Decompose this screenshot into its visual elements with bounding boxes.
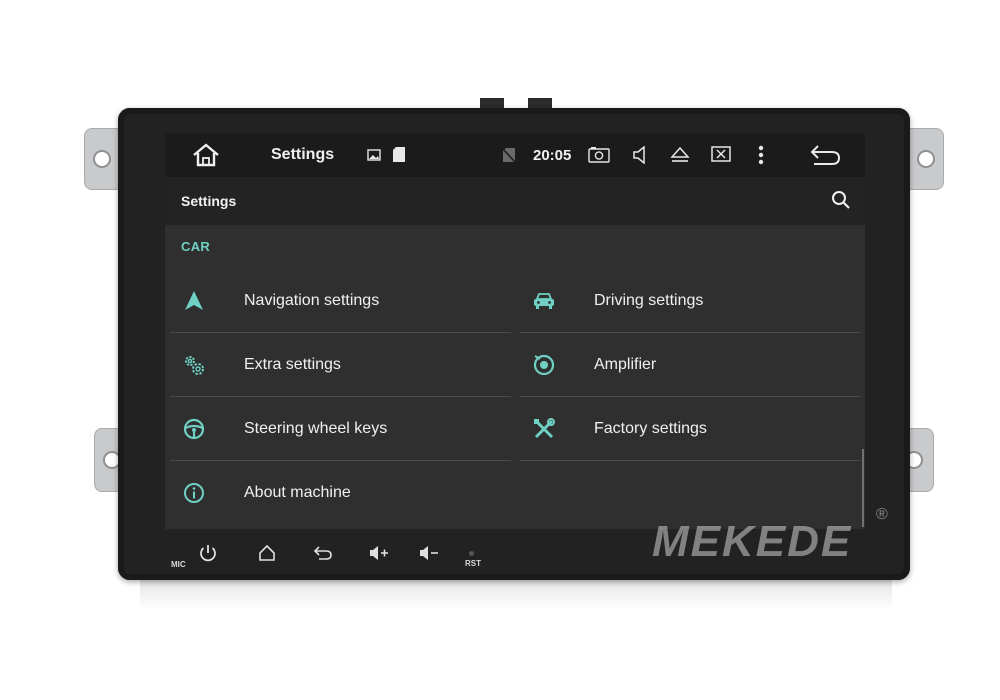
- volume-down-icon: [420, 546, 438, 560]
- volume-icon[interactable]: [632, 146, 648, 164]
- eject-icon[interactable]: [670, 146, 690, 164]
- rst-label: RST: [465, 559, 481, 568]
- item-label: Factory settings: [594, 420, 707, 437]
- list-item-steering-wheel-keys[interactable]: Steering wheel keys: [170, 398, 510, 460]
- touch-screen: Settings 20:05 Settings CAR Navigation s…: [165, 133, 865, 529]
- navigation-arrow-icon: [185, 291, 203, 310]
- divider: [170, 332, 511, 333]
- volume-up-icon: [370, 546, 388, 560]
- list-item-about-machine[interactable]: About machine: [170, 462, 510, 524]
- mic-label: MIC: [171, 560, 186, 569]
- back-icon: [313, 546, 332, 560]
- tools-icon: [534, 418, 555, 439]
- close-window-icon[interactable]: [711, 146, 731, 164]
- sd-card-icon: [393, 147, 405, 162]
- list-item-driving-settings[interactable]: Driving settings: [520, 270, 860, 332]
- list-item-navigation-settings[interactable]: Navigation settings: [170, 270, 510, 332]
- volume-down-button[interactable]: [416, 542, 442, 564]
- section-header-car: CAR: [181, 239, 211, 254]
- volume-up-button[interactable]: [366, 542, 392, 564]
- no-sim-icon: [503, 148, 515, 162]
- search-icon[interactable]: [831, 190, 851, 210]
- camera-icon[interactable]: [588, 147, 610, 163]
- image-icon: [367, 149, 381, 161]
- divider: [520, 396, 861, 397]
- item-label: About machine: [244, 484, 351, 501]
- item-label: Steering wheel keys: [244, 420, 388, 437]
- registered-mark: ®: [876, 506, 888, 523]
- item-label: Extra settings: [244, 356, 341, 373]
- item-label: Amplifier: [594, 356, 657, 373]
- divider: [170, 460, 511, 461]
- divider: [170, 396, 511, 397]
- item-label: Navigation settings: [244, 292, 380, 309]
- clock: 20:05: [533, 147, 572, 164]
- home-icon[interactable]: [191, 143, 221, 167]
- power-button[interactable]: [195, 542, 221, 564]
- settings-toolbar: Settings: [165, 177, 865, 225]
- list-item-factory-settings[interactable]: Factory settings: [520, 398, 860, 460]
- status-bar: Settings 20:05: [165, 133, 865, 177]
- gears-icon: [185, 356, 204, 375]
- home-icon: [259, 544, 275, 561]
- scrollbar[interactable]: [862, 449, 864, 527]
- item-label: Driving settings: [594, 292, 704, 309]
- divider: [520, 332, 861, 333]
- speaker-icon: [533, 354, 555, 376]
- info-icon: [184, 483, 204, 503]
- unit-reflection: [140, 580, 892, 610]
- hw-home-button[interactable]: [254, 542, 280, 564]
- reset-pinhole[interactable]: [469, 551, 474, 556]
- car-icon: [534, 293, 554, 309]
- list-item-amplifier[interactable]: Amplifier: [520, 334, 860, 396]
- back-icon[interactable]: [808, 143, 842, 167]
- list-item-extra-settings[interactable]: Extra settings: [170, 334, 510, 396]
- brand-watermark: MEKEDE: [652, 517, 853, 566]
- divider: [520, 460, 861, 461]
- steering-wheel-icon: [183, 418, 205, 440]
- power-icon: [200, 545, 216, 562]
- hw-back-button[interactable]: [310, 542, 336, 564]
- toolbar-title: Settings: [181, 193, 237, 209]
- status-bar-title: Settings: [271, 146, 335, 163]
- more-vert-icon[interactable]: [758, 145, 764, 165]
